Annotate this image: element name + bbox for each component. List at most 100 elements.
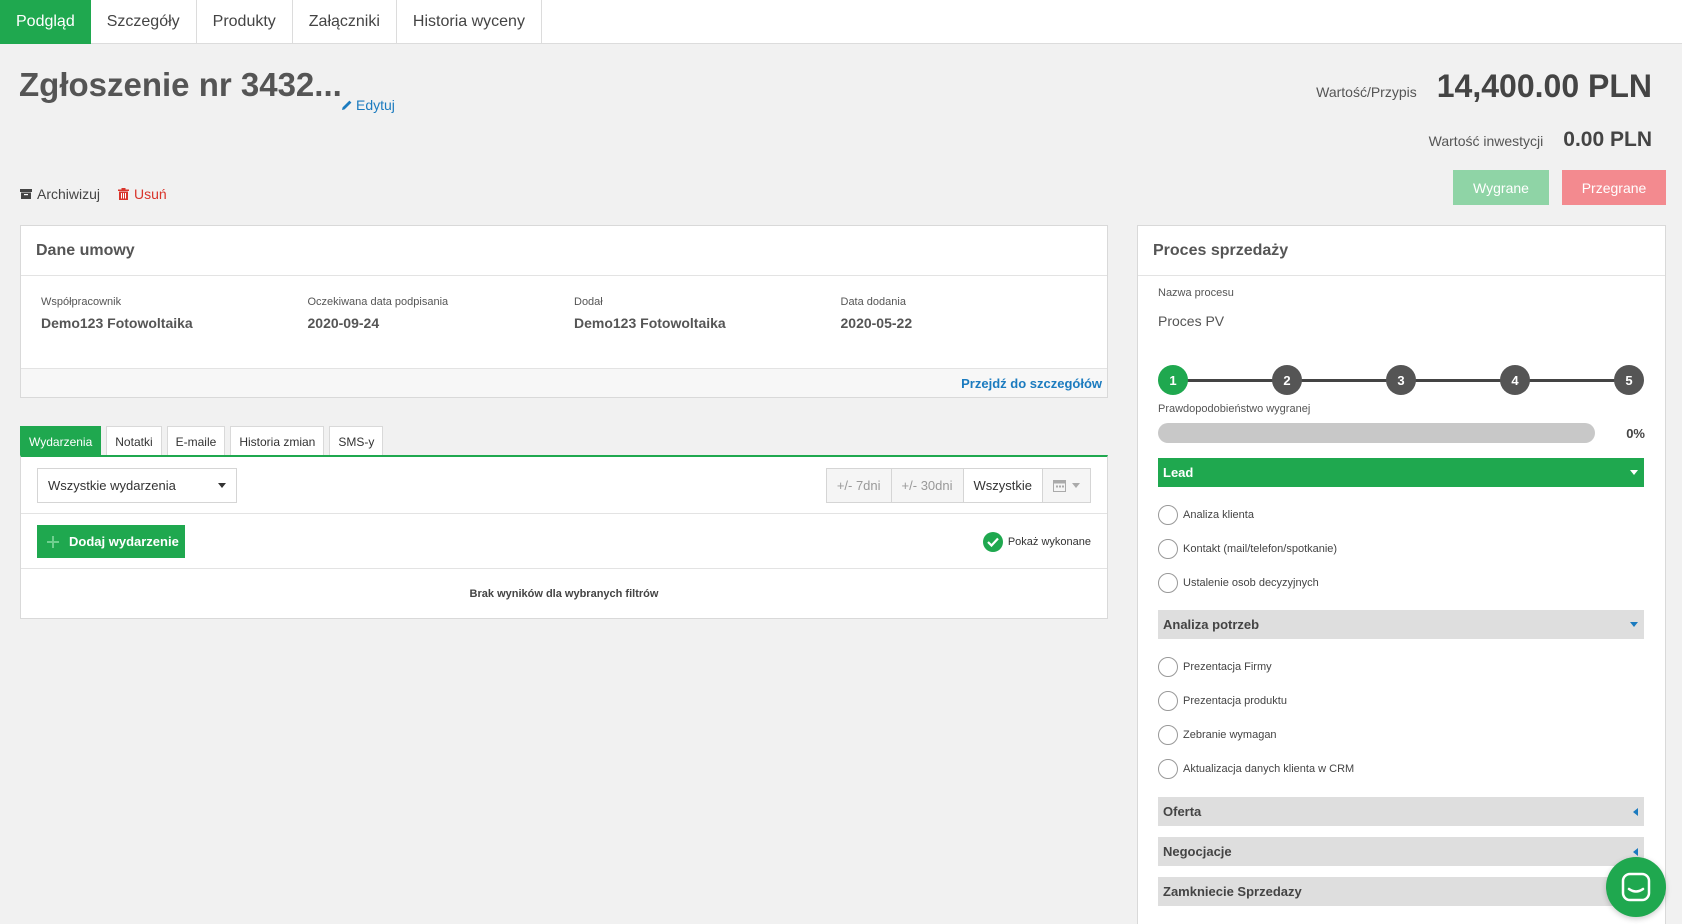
add-event-label: Dodaj wydarzenie	[69, 534, 179, 549]
task-label: Prezentacja produktu	[1183, 695, 1287, 707]
tab-products[interactable]: Produkty	[197, 0, 293, 44]
field-date-added: Data dodania 2020-05-22	[841, 296, 1108, 368]
edit-link[interactable]: Edytuj	[341, 97, 395, 113]
won-button[interactable]: Wygrane	[1453, 170, 1549, 205]
sales-process-panel: Proces sprzedaży Nazwa procesu Proces PV…	[1137, 225, 1666, 924]
task-label: Zebranie wymagan	[1183, 729, 1277, 741]
event-filter-select[interactable]: Wszystkie wydarzenia	[37, 468, 237, 503]
range-7-days-button[interactable]: +/- 7dni	[825, 468, 892, 503]
plus-icon	[47, 535, 59, 548]
process-stepper: 1 2 3 4 5	[1158, 365, 1644, 395]
stage-name: Oferta	[1163, 804, 1202, 819]
tab-emails[interactable]: E-maile	[166, 426, 226, 456]
deal-footer: Przejdź do szczegółów	[21, 368, 1107, 397]
process-panel-title: Proces sprzedaży	[1138, 226, 1665, 276]
stage-name: Lead	[1163, 465, 1194, 480]
field-added-by: Dodał Demo123 Fotowoltaika	[574, 296, 841, 368]
field-expected-sign-date: Oczekiwana data podpisania 2020-09-24	[308, 296, 575, 368]
task-radio[interactable]	[1158, 573, 1178, 593]
task-radio[interactable]	[1158, 657, 1178, 677]
win-probability-label: Prawdopodobieństwo wygranej	[1158, 403, 1311, 415]
task-item[interactable]: Zebranie wymagan	[1158, 725, 1277, 745]
task-item[interactable]: Prezentacja produktu	[1158, 691, 1287, 711]
archive-icon	[20, 189, 32, 199]
range-all-button[interactable]: Wszystkie	[962, 468, 1043, 503]
archive-button[interactable]: Archiwizuj	[20, 186, 100, 202]
field-label: Współpracownik	[41, 296, 122, 308]
field-label: Data dodania	[840, 296, 906, 308]
caret-left-icon	[1633, 847, 1638, 856]
task-radio[interactable]	[1158, 691, 1178, 711]
deal-panel-title: Dane umowy	[21, 226, 1107, 276]
field-label: Oczekiwana data podpisania	[307, 296, 449, 308]
stage-offer[interactable]: Oferta	[1158, 797, 1644, 826]
calendar-dropdown-button[interactable]	[1042, 468, 1091, 503]
win-probability-bar	[1158, 423, 1595, 443]
tab-events[interactable]: Wydarzenia	[20, 426, 102, 456]
tab-notes[interactable]: Notatki	[106, 426, 162, 456]
chat-widget-button[interactable]	[1606, 857, 1666, 917]
calendar-icon	[1053, 480, 1066, 492]
stage-lead[interactable]: Lead	[1158, 458, 1644, 487]
task-item[interactable]: Analiza klienta	[1158, 505, 1254, 525]
caret-down-icon	[218, 483, 226, 488]
chat-icon	[1621, 872, 1651, 902]
task-radio[interactable]	[1158, 505, 1178, 525]
value-label: Wartość/Przypis	[1316, 84, 1417, 100]
delete-button[interactable]: Usuń	[118, 186, 167, 202]
step-1[interactable]: 1	[1158, 365, 1188, 395]
field-value: Demo123 Fotowoltaika	[41, 315, 193, 331]
archive-label: Archiwizuj	[37, 186, 101, 202]
step-3[interactable]: 3	[1386, 365, 1416, 395]
task-item[interactable]: Prezentacja Firmy	[1158, 657, 1272, 677]
range-30-days-button[interactable]: +/- 30dni	[890, 468, 964, 503]
empty-results-message: Brak wyników dla wybranych filtrów	[469, 588, 659, 600]
process-name-value: Proces PV	[1158, 313, 1225, 329]
edit-label: Edytuj	[356, 97, 395, 113]
stage-closing[interactable]: Zamkniecie Sprzedazy	[1158, 877, 1644, 906]
task-radio[interactable]	[1158, 539, 1178, 559]
tab-overview[interactable]: Podgląd	[0, 0, 91, 44]
add-event-button[interactable]: Dodaj wydarzenie	[37, 525, 185, 558]
lost-button[interactable]: Przegrane	[1562, 170, 1666, 205]
task-item[interactable]: Aktualizacja danych klienta w CRM	[1158, 759, 1354, 779]
task-radio[interactable]	[1158, 759, 1178, 779]
show-completed-toggle[interactable]: Pokaż wykonane	[982, 532, 1091, 552]
task-label: Kontakt (mail/telefon/spotkanie)	[1183, 543, 1338, 555]
task-label: Prezentacja Firmy	[1183, 661, 1272, 673]
task-label: Analiza klienta	[1183, 509, 1254, 521]
events-action-row: Dodaj wydarzenie Pokaż wykonane	[21, 514, 1107, 569]
stage-negotiations[interactable]: Negocjacje	[1158, 837, 1644, 866]
tab-attachments[interactable]: Załączniki	[293, 0, 397, 44]
investment-label: Wartość inwestycji	[1428, 133, 1544, 149]
page-title: Zgłoszenie nr 3432...	[19, 66, 342, 103]
task-label: Aktualizacja danych klienta w CRM	[1183, 763, 1355, 775]
caret-left-icon	[1633, 807, 1638, 816]
pencil-icon	[342, 100, 352, 110]
step-2[interactable]: 2	[1272, 365, 1302, 395]
task-item[interactable]: Kontakt (mail/telefon/spotkanie)	[1158, 539, 1337, 559]
check-circle-icon	[982, 532, 1003, 552]
stage-name: Analiza potrzeb	[1163, 617, 1260, 632]
date-range-filters: +/- 7dni +/- 30dni Wszystkie	[825, 468, 1091, 503]
step-5[interactable]: 5	[1614, 365, 1644, 395]
stage-name: Negocjacje	[1163, 844, 1232, 859]
tab-sms[interactable]: SMS-y	[329, 426, 384, 456]
task-label: Ustalenie osob decyzyjnych	[1183, 577, 1319, 589]
tab-change-history[interactable]: Historia zmian	[230, 426, 325, 456]
win-probability-value: 0%	[1626, 426, 1645, 441]
tab-details[interactable]: Szczegóły	[91, 0, 197, 44]
field-value: 2020-09-24	[307, 315, 380, 331]
go-to-details-link[interactable]: Przejdź do szczegółów	[961, 376, 1102, 391]
field-value: Demo123 Fotowoltaika	[574, 315, 726, 331]
tab-quote-history[interactable]: Historia wyceny	[397, 0, 542, 44]
stage-name: Zamkniecie Sprzedazy	[1163, 884, 1302, 899]
top-tab-bar: Podgląd Szczegóły Produkty Załączniki Hi…	[0, 0, 1682, 44]
caret-down-icon	[1072, 483, 1080, 488]
stage-needs-analysis[interactable]: Analiza potrzeb	[1158, 610, 1644, 639]
events-panel: Wszystkie wydarzenia +/- 7dni +/- 30dni …	[20, 455, 1108, 619]
task-radio[interactable]	[1158, 725, 1178, 745]
field-label: Dodał	[574, 296, 603, 308]
task-item[interactable]: Ustalenie osob decyzyjnych	[1158, 573, 1319, 593]
step-4[interactable]: 4	[1500, 365, 1530, 395]
